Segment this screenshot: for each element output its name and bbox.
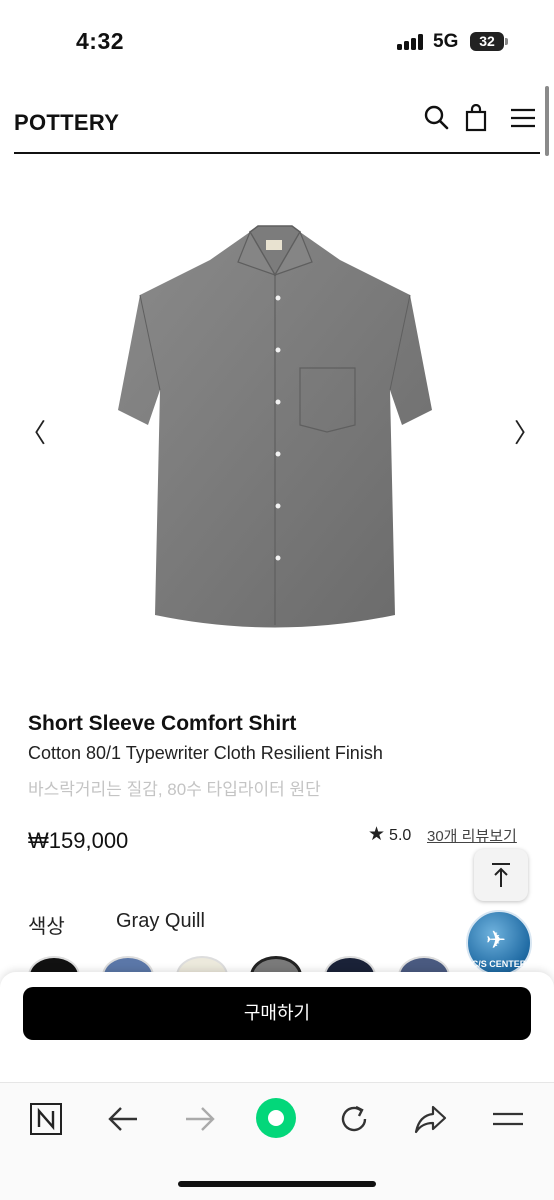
signal-icon [397, 34, 425, 50]
home-indicator[interactable] [178, 1181, 376, 1187]
brand-logo[interactable]: POTTERY [14, 110, 119, 136]
network-type: 5G [433, 31, 459, 52]
forward-icon[interactable] [182, 1101, 218, 1137]
arrow-up-icon [492, 863, 510, 887]
purchase-sheet: 구매하기 [0, 972, 554, 1084]
product-rating: ★ 5.0 [368, 823, 411, 846]
shopping-bag-icon[interactable] [462, 103, 490, 132]
product-gallery[interactable]: 〈 〉 [0, 160, 554, 700]
share-icon[interactable] [413, 1101, 449, 1137]
product-price: ₩159,000 [28, 828, 129, 853]
rating-value: 5.0 [389, 827, 412, 844]
naver-icon[interactable] [28, 1101, 64, 1137]
product-title: Short Sleeve Comfort Shirt [28, 712, 297, 735]
product-image [110, 220, 440, 640]
header-divider [14, 152, 540, 154]
next-arrow-icon[interactable]: 〉 [514, 418, 540, 448]
menu-icon[interactable] [509, 104, 537, 132]
color-label: 색상 [28, 916, 65, 938]
cs-center-button[interactable]: ✈ C/S CENTER [466, 910, 532, 976]
header: POTTERY [0, 88, 554, 154]
prev-arrow-icon[interactable]: 〈 [20, 418, 46, 448]
cs-center-label: C/S CENTER [471, 959, 527, 969]
search-icon[interactable] [422, 104, 450, 132]
color-value: Gray Quill [116, 910, 205, 932]
status-time: 4:32 [76, 28, 125, 54]
scrollbar[interactable] [545, 86, 549, 156]
star-icon: ★ [368, 824, 386, 845]
scroll-top-button[interactable] [474, 849, 528, 901]
browser-menu-icon[interactable] [490, 1101, 526, 1137]
product-subtitle: Cotton 80/1 Typewriter Cloth Resilient F… [28, 743, 383, 763]
battery-cap [505, 38, 508, 45]
reload-icon[interactable] [336, 1101, 372, 1137]
battery-icon: 32 [470, 32, 504, 51]
green-dot-icon[interactable] [255, 1097, 297, 1139]
airplane-icon: ✈ [486, 927, 507, 954]
buy-button[interactable]: 구매하기 [23, 987, 531, 1040]
back-icon[interactable] [105, 1101, 141, 1137]
review-link[interactable]: 30개 리뷰보기 [427, 825, 517, 846]
product-description: 바스락거리는 질감, 80수 타입라이터 원단 [28, 780, 321, 799]
status-bar: 4:32 5G 32 [0, 0, 554, 80]
